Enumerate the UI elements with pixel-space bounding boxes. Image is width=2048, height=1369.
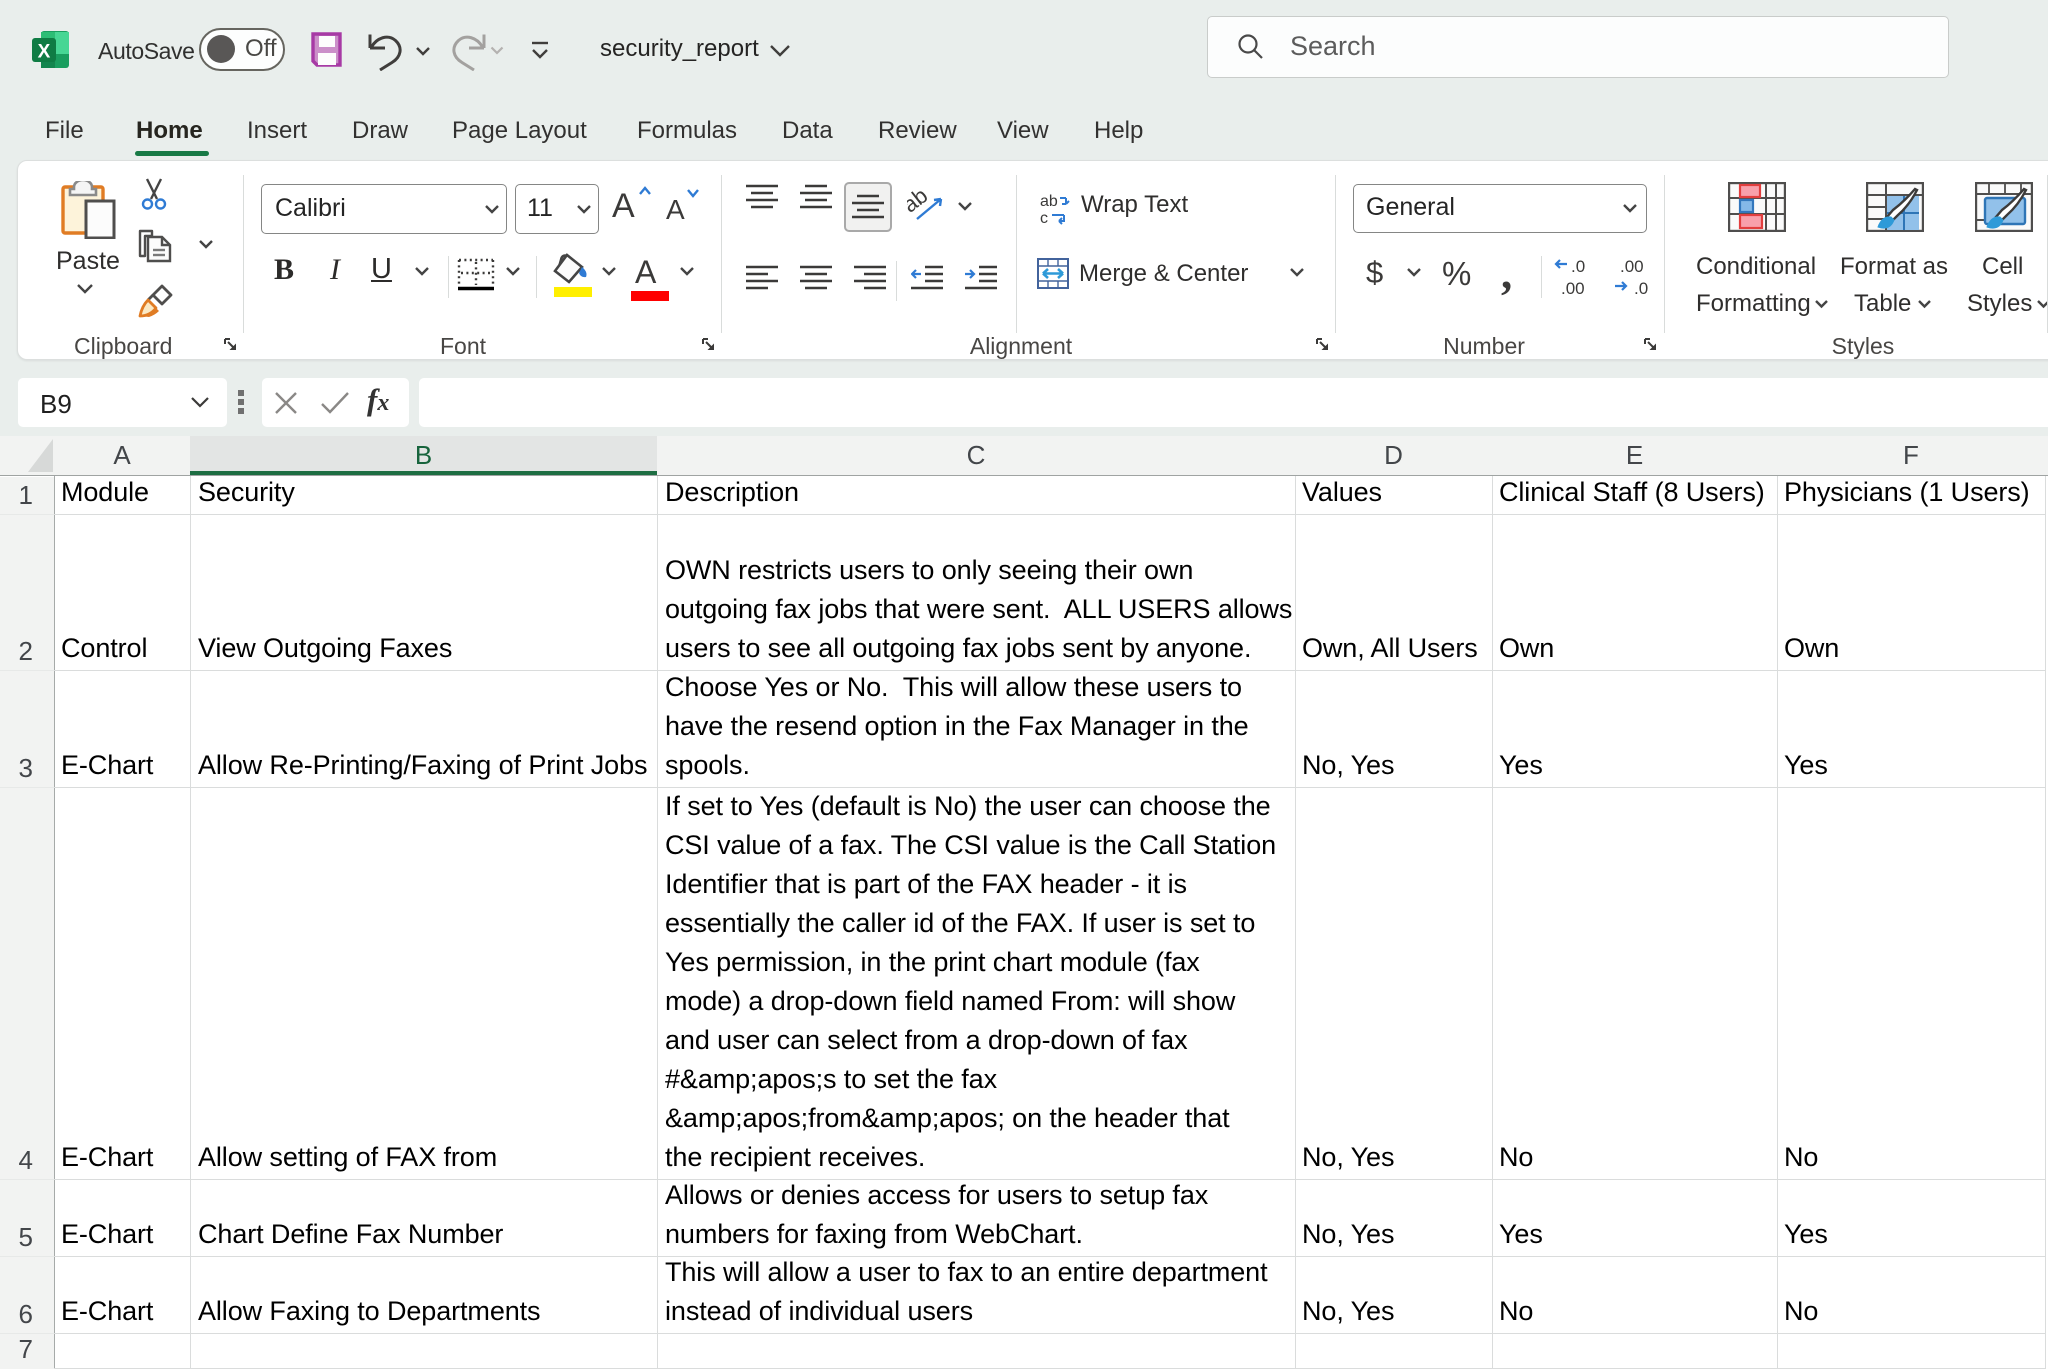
svg-text:X: X — [38, 42, 51, 63]
svg-text:.00: .00 — [1561, 279, 1585, 298]
svg-text:ab: ab — [1040, 193, 1058, 210]
svg-text:.0: .0 — [1634, 279, 1648, 298]
svg-text:.00: .00 — [1620, 257, 1644, 276]
svg-text:ab: ab — [907, 187, 932, 217]
svg-text:c: c — [1040, 210, 1048, 227]
svg-text:.0: .0 — [1571, 257, 1585, 276]
